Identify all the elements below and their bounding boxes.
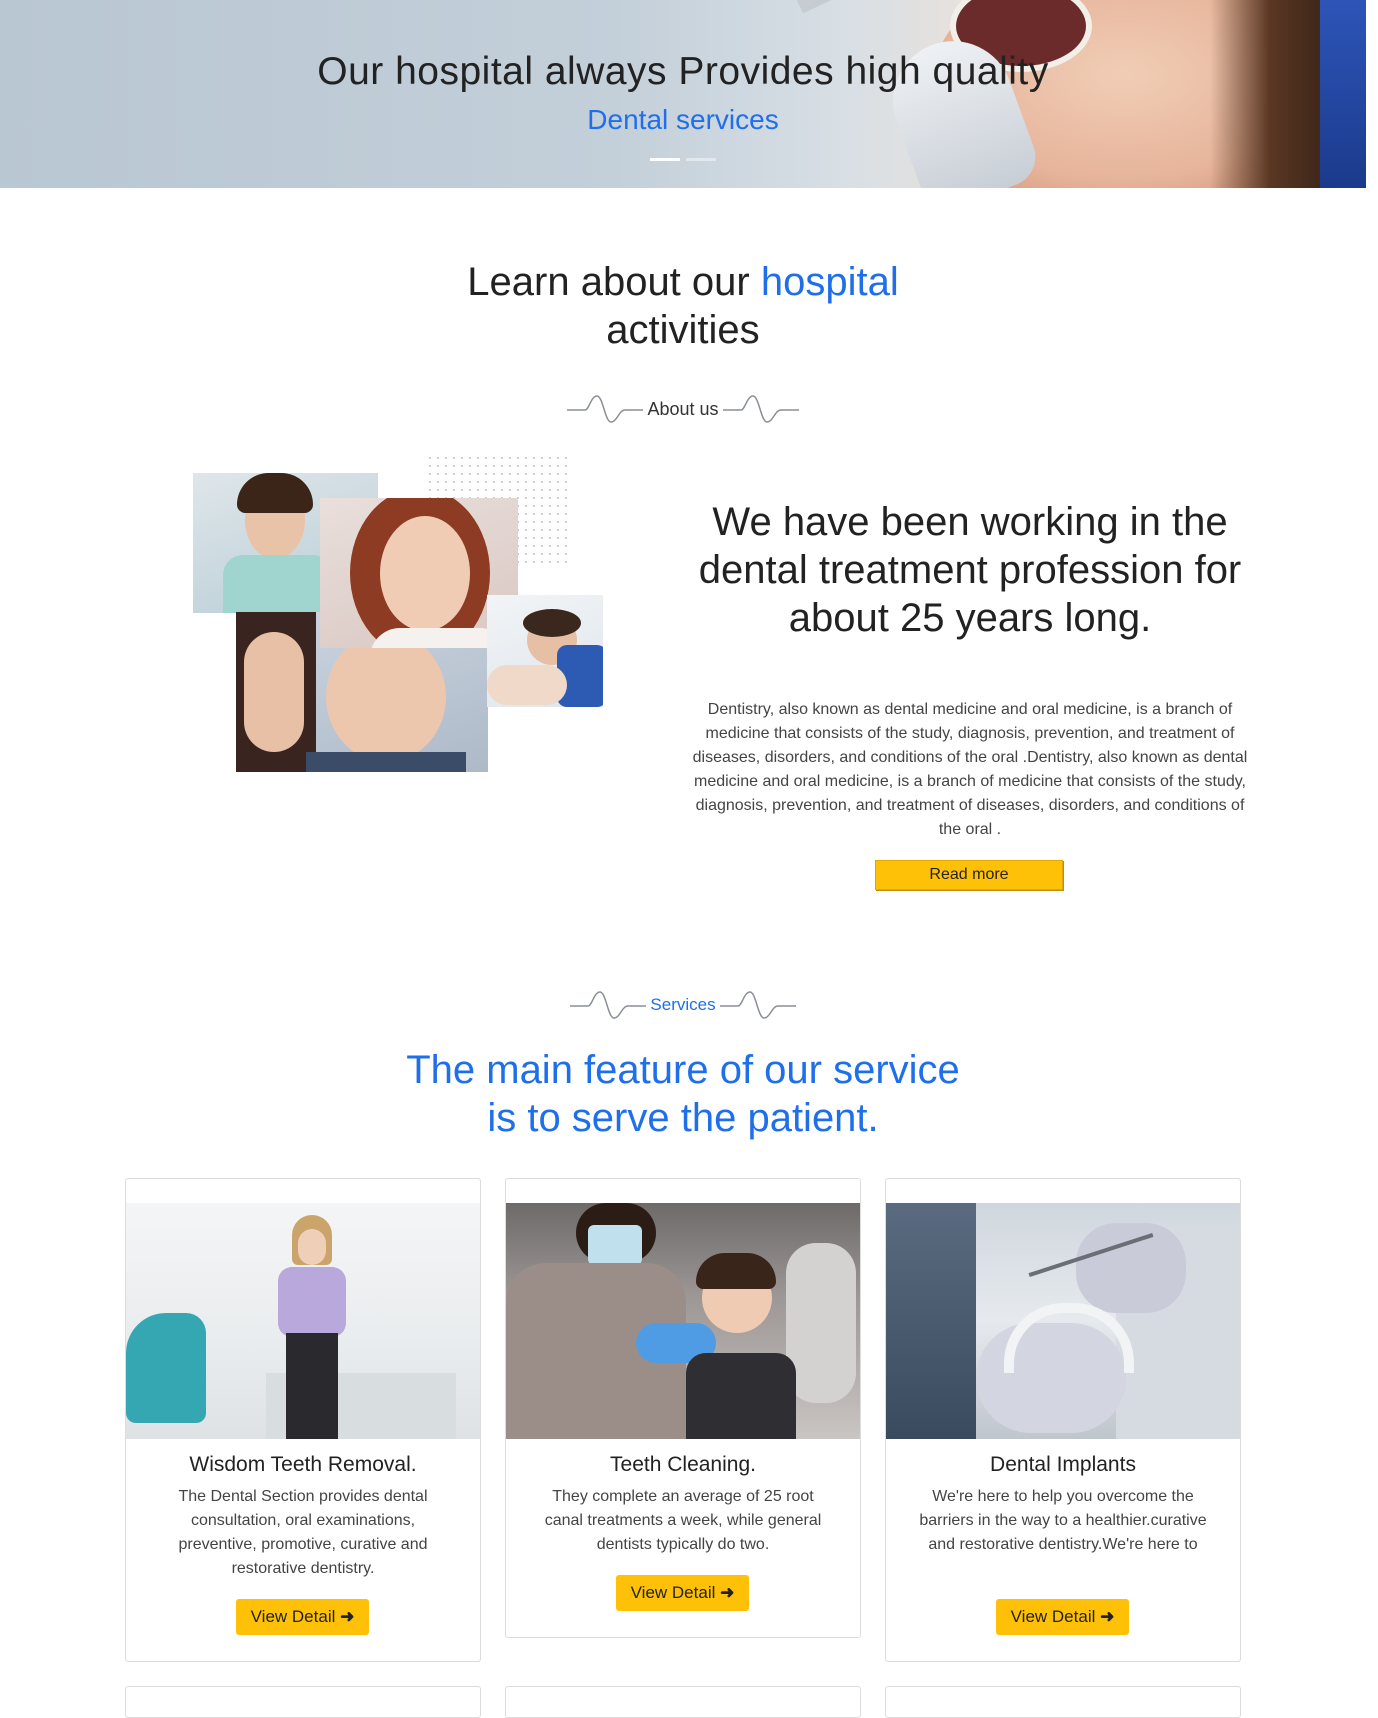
service-card-dental-implants: Dental Implants We're here to help you o… xyxy=(885,1178,1241,1662)
carousel-indicator-2[interactable] xyxy=(686,158,716,161)
view-detail-button[interactable]: View Detail ➜ xyxy=(996,1599,1129,1635)
services-heading-line1: The main feature of our service xyxy=(406,1048,960,1092)
hero-banner: Our hospital always Provides high qualit… xyxy=(0,0,1366,188)
hero-patient-hair xyxy=(1210,0,1330,188)
view-detail-label: View Detail xyxy=(630,1583,716,1602)
service-card-partial xyxy=(885,1686,1241,1718)
services-divider: Services xyxy=(0,988,1366,1022)
about-heading-part1: Learn about our xyxy=(467,260,761,304)
service-card-partial xyxy=(125,1686,481,1718)
hero-dental-chair xyxy=(1320,0,1366,188)
about-heading-part2: activities xyxy=(606,308,760,352)
view-detail-button[interactable]: View Detail ➜ xyxy=(616,1575,749,1611)
read-more-button[interactable]: Read more xyxy=(875,860,1063,890)
service-title: Wisdom Teeth Removal. xyxy=(189,1453,417,1476)
heartbeat-line-icon xyxy=(719,991,796,1019)
service-description: They complete an average of 25 root cana… xyxy=(544,1488,822,1553)
service-description: The Dental Section provides dental consu… xyxy=(178,1488,428,1577)
services-heading: The main feature of our service is to se… xyxy=(0,1046,1366,1142)
about-divider: About us xyxy=(0,392,1366,426)
heartbeat-line-icon xyxy=(567,395,644,423)
hero-title: Our hospital always Provides high qualit… xyxy=(317,50,1049,93)
hero-subtitle: Dental services xyxy=(587,104,779,135)
services-heading-line2: is to serve the patient. xyxy=(487,1096,879,1140)
service-image-dental-implants xyxy=(886,1203,1240,1439)
about-heading: Learn about our hospital activities xyxy=(0,258,1366,354)
about-divider-label: About us xyxy=(647,398,719,419)
service-image-teeth-cleaning xyxy=(506,1203,860,1439)
view-detail-button[interactable]: View Detail ➜ xyxy=(236,1599,369,1635)
view-detail-label: View Detail xyxy=(250,1607,336,1626)
heartbeat-line-icon xyxy=(722,395,799,423)
heartbeat-line-icon xyxy=(570,991,647,1019)
service-card-wisdom-teeth: Wisdom Teeth Removal. The Dental Section… xyxy=(125,1178,481,1662)
about-heading-highlight: hospital xyxy=(760,260,899,304)
service-description: We're here to help you overcome the barr… xyxy=(919,1488,1207,1553)
arrow-right-icon: ➜ xyxy=(720,1583,735,1602)
photo-patient-in-chair xyxy=(487,595,603,707)
carousel-indicators xyxy=(650,158,716,161)
arrow-right-icon: ➜ xyxy=(1100,1607,1115,1626)
view-detail-label: View Detail xyxy=(1010,1607,1096,1626)
services-divider-label: Services xyxy=(650,995,716,1014)
arrow-right-icon: ➜ xyxy=(340,1607,355,1626)
about-photo-collage xyxy=(190,450,610,780)
service-image-wisdom-teeth xyxy=(126,1203,480,1439)
carousel-indicator-1[interactable] xyxy=(650,158,680,161)
about-description: Dentistry, also known as dental medicine… xyxy=(692,701,1248,838)
about-title: We have been working in the dental treat… xyxy=(698,500,1242,640)
hero-dental-tool xyxy=(797,0,948,14)
service-title: Dental Implants xyxy=(990,1453,1136,1476)
service-title: Teeth Cleaning. xyxy=(610,1453,756,1476)
service-card-partial xyxy=(505,1686,861,1718)
service-card-teeth-cleaning: Teeth Cleaning. They complete an average… xyxy=(505,1178,861,1638)
